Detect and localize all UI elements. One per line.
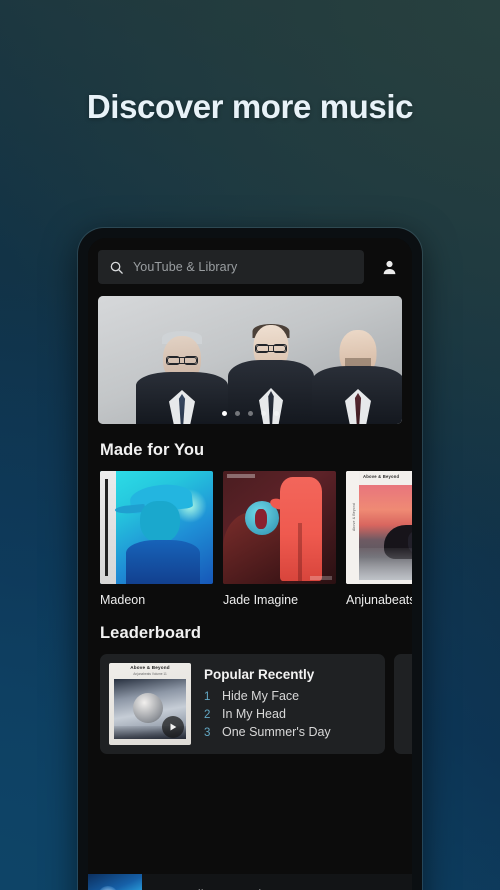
- album-card[interactable]: Above & Beyond Above & Beyond Anjunabeat…: [346, 471, 412, 607]
- album-art-anjunabeats[interactable]: Above & Beyond Above & Beyond: [346, 471, 412, 584]
- page-headline: Discover more music: [86, 88, 414, 125]
- leaderboard-play-button[interactable]: [162, 716, 184, 738]
- leaderboard-heading: Popular Recently: [204, 667, 315, 682]
- album-art-madeon[interactable]: [100, 471, 213, 584]
- top-bar: YouTube & Library: [88, 238, 412, 294]
- album-label: Jade Imagine: [223, 593, 299, 607]
- album-art-badge: Above & Beyond: [363, 474, 400, 479]
- album-label: Anjunabeats: [346, 593, 412, 607]
- play-icon: [168, 722, 178, 732]
- search-icon: [109, 260, 124, 275]
- hero-figure-center: [228, 308, 314, 424]
- now-playing-info: We're All We Need Above & Beyond: [153, 887, 289, 890]
- album-label: Madeon: [100, 593, 146, 607]
- leaderboard-track[interactable]: 2 In My Head: [204, 707, 376, 721]
- hero-carousel[interactable]: [98, 296, 402, 424]
- leaderboard-card[interactable]: Above & Beyond Anjunabeats Volume 11 Pop…: [100, 654, 385, 754]
- carousel-dot[interactable]: [234, 411, 240, 416]
- track-name: In My Head: [222, 707, 286, 721]
- search-input[interactable]: YouTube & Library: [98, 250, 364, 284]
- hero-image: [98, 296, 402, 424]
- leaderboard-track[interactable]: 1 Hide My Face: [204, 689, 376, 703]
- section-title-leaderboard: Leaderboard: [100, 624, 202, 642]
- track-name: Hide My Face: [222, 689, 300, 703]
- album-art-jade-imagine[interactable]: [223, 471, 336, 584]
- carousel-dot[interactable]: [247, 411, 253, 416]
- track-rank: 1: [204, 691, 211, 703]
- person-icon: [380, 258, 399, 277]
- now-playing-artwork: [88, 874, 142, 890]
- leaderboard-thumb-subtitle: Anjunabeats Volume 11: [133, 672, 167, 676]
- now-playing-title: We're All We Need: [153, 887, 289, 890]
- phone-screen: YouTube & Library Made for You Madeon Ja…: [88, 238, 412, 890]
- track-rank: 3: [204, 727, 211, 739]
- album-card[interactable]: Madeon: [100, 471, 213, 607]
- track-rank: 2: [204, 709, 211, 721]
- carousel-dot[interactable]: [221, 411, 227, 416]
- now-playing-bar[interactable]: We're All We Need Above & Beyond: [88, 874, 412, 890]
- track-name: One Summer's Day: [222, 725, 331, 739]
- carousel-dot[interactable]: [260, 411, 266, 416]
- album-spine-text: Above & Beyond: [352, 502, 356, 532]
- hero-figure-left: [136, 326, 228, 424]
- leaderboard-thumbnail[interactable]: Above & Beyond Anjunabeats Volume 11: [109, 663, 191, 745]
- account-button[interactable]: [374, 250, 404, 284]
- carousel-dot[interactable]: [273, 411, 279, 416]
- album-card[interactable]: Jade Imagine: [223, 471, 336, 607]
- leaderboard-info: Popular Recently 1 Hide My Face 2 In My …: [204, 665, 376, 743]
- phone-frame: YouTube & Library Made for You Madeon Ja…: [78, 228, 422, 890]
- leaderboard-row[interactable]: Above & Beyond Anjunabeats Volume 11 Pop…: [88, 654, 412, 754]
- section-title-made-for-you: Made for You: [100, 441, 205, 459]
- hero-figure-right: [312, 316, 402, 424]
- leaderboard-card-next[interactable]: [394, 654, 412, 754]
- search-placeholder: YouTube & Library: [133, 260, 238, 274]
- carousel-dots[interactable]: [98, 411, 402, 416]
- leaderboard-track[interactable]: 3 One Summer's Day: [204, 725, 376, 739]
- leaderboard-thumb-title: Above & Beyond: [130, 665, 170, 670]
- made-for-you-row[interactable]: Madeon Jade Imagine Above & Beyond Above…: [88, 471, 412, 607]
